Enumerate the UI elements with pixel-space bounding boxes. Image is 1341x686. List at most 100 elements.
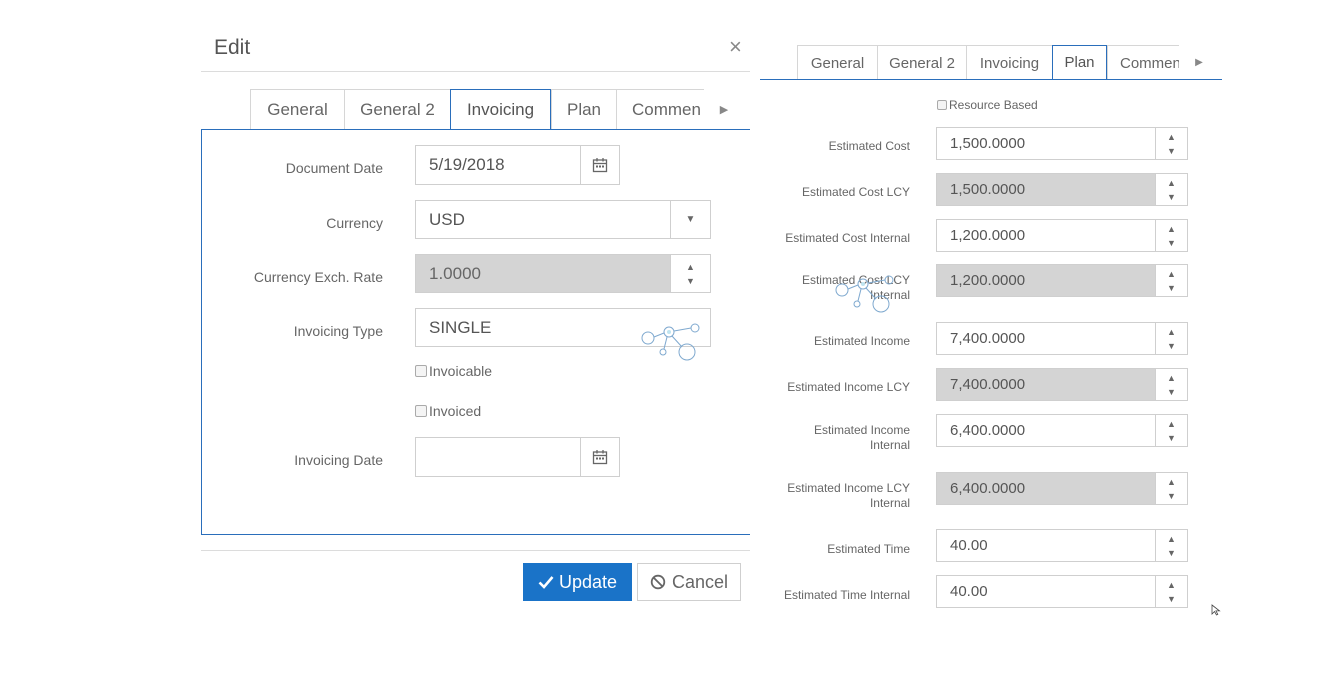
spin-down-icon[interactable]: ▼ xyxy=(686,274,695,288)
calendar-icon[interactable] xyxy=(580,438,619,476)
spin-up-icon[interactable]: ▲ xyxy=(1167,267,1176,281)
spin-down-icon[interactable]: ▼ xyxy=(1167,281,1176,295)
spin-down-icon[interactable]: ▼ xyxy=(1167,190,1176,204)
invoiced-label: Invoiced xyxy=(429,403,482,419)
dialog-tabs: General General 2 Invoicing Plan Commen … xyxy=(250,89,744,130)
tab-general-2[interactable]: General 2 xyxy=(344,89,450,130)
tab-scroll-right-icon[interactable]: ▶ xyxy=(704,89,744,130)
tab-comments[interactable]: Commen xyxy=(616,89,704,130)
estimated-income-internal-label-line-2: Internal xyxy=(869,438,910,452)
estimated-income-field[interactable]: 7,400.0000 ▲ ▼ xyxy=(936,322,1188,355)
estimated-time-spinner[interactable]: ▲ ▼ xyxy=(1155,530,1187,561)
estimated-cost-internal-spinner[interactable]: ▲ ▼ xyxy=(1155,220,1187,251)
invoicable-checkbox[interactable] xyxy=(415,365,427,377)
document-date-field[interactable]: 5/19/2018 xyxy=(415,145,620,185)
spin-up-icon[interactable]: ▲ xyxy=(686,260,695,274)
spin-down-icon[interactable]: ▼ xyxy=(1167,489,1176,503)
estimated-income-value: 7,400.0000 xyxy=(950,330,1026,347)
check-icon xyxy=(538,576,554,589)
tab-plan[interactable]: Plan xyxy=(1052,45,1107,80)
estimated-cost-field[interactable]: 1,500.0000 ▲ ▼ xyxy=(936,127,1188,160)
estimated-income-lcy-label: Estimated Income LCY xyxy=(787,380,910,394)
plan-tabs-underline xyxy=(760,79,1222,80)
estimated-cost-lcy-field: 1,500.0000 ▲ ▼ xyxy=(936,173,1188,206)
invoiced-checkbox[interactable] xyxy=(415,405,427,417)
currency-rate-field: 1.0000 ▲ ▼ xyxy=(415,254,711,293)
spin-down-icon[interactable]: ▼ xyxy=(1167,385,1176,399)
estimated-cost-internal-value: 1,200.0000 xyxy=(950,227,1026,244)
spin-up-icon[interactable]: ▲ xyxy=(1167,532,1176,546)
invoicing-type-select[interactable]: SINGLE xyxy=(415,308,711,347)
spin-down-icon[interactable]: ▼ xyxy=(1167,144,1176,158)
estimated-income-lcy-internal-field: 6,400.0000 ▲ ▼ xyxy=(936,472,1188,505)
invoicable-checkbox-row[interactable]: Invoicable xyxy=(415,363,492,379)
tab-general[interactable]: General xyxy=(797,45,877,80)
estimated-income-lcy-spinner[interactable]: ▲ ▼ xyxy=(1155,369,1187,400)
document-date-label: Document Date xyxy=(285,160,383,176)
spin-down-icon[interactable]: ▼ xyxy=(1167,546,1176,560)
estimated-income-lcy-value: 7,400.0000 xyxy=(950,376,1026,393)
currency-value: USD xyxy=(429,209,465,229)
cancel-label: Cancel xyxy=(671,571,729,592)
estimated-income-lcy-internal-value: 6,400.0000 xyxy=(950,480,1026,497)
estimated-time-field[interactable]: 40.00 ▲ ▼ xyxy=(936,529,1188,562)
spin-down-icon[interactable]: ▼ xyxy=(1167,339,1176,353)
spin-down-icon[interactable]: ▼ xyxy=(1167,592,1176,606)
estimated-income-lcy-field: 7,400.0000 ▲ ▼ xyxy=(936,368,1188,401)
estimated-time-internal-field[interactable]: 40.00 ▲ ▼ xyxy=(936,575,1188,608)
estimated-cost-lcy-internal-label-line-2: Internal xyxy=(869,288,910,302)
estimated-income-internal-field[interactable]: 6,400.0000 ▲ ▼ xyxy=(936,414,1188,447)
estimated-income-internal-label: Estimated Income Internal xyxy=(770,423,910,453)
estimated-time-internal-value: 40.00 xyxy=(950,583,988,600)
calendar-icon[interactable] xyxy=(580,146,619,184)
tab-general-2[interactable]: General 2 xyxy=(877,45,966,80)
ban-icon xyxy=(650,574,666,590)
spin-up-icon[interactable]: ▲ xyxy=(1167,176,1176,190)
spin-down-icon[interactable]: ▼ xyxy=(1167,431,1176,445)
tab-plan[interactable]: Plan xyxy=(551,89,616,130)
estimated-cost-lcy-internal-spinner[interactable]: ▲ ▼ xyxy=(1155,265,1187,296)
mouse-cursor-icon xyxy=(1211,604,1221,616)
invoicing-type-label: Invoicing Type xyxy=(293,323,383,339)
tab-invoicing[interactable]: Invoicing xyxy=(966,45,1052,80)
estimated-cost-internal-field[interactable]: 1,200.0000 ▲ ▼ xyxy=(936,219,1188,252)
estimated-cost-lcy-spinner[interactable]: ▲ ▼ xyxy=(1155,174,1187,205)
spin-down-icon[interactable]: ▼ xyxy=(1167,236,1176,250)
estimated-income-internal-spinner[interactable]: ▲ ▼ xyxy=(1155,415,1187,446)
document-date-value: 5/19/2018 xyxy=(429,155,505,174)
estimated-cost-spinner[interactable]: ▲ ▼ xyxy=(1155,128,1187,159)
estimated-income-lcy-internal-spinner[interactable]: ▲ ▼ xyxy=(1155,473,1187,504)
update-button[interactable]: Update xyxy=(523,563,632,601)
currency-select[interactable]: USD ▼ xyxy=(415,200,711,239)
spin-up-icon[interactable]: ▲ xyxy=(1167,222,1176,236)
tab-invoicing[interactable]: Invoicing xyxy=(450,89,551,130)
cancel-button[interactable]: Cancel xyxy=(637,563,741,601)
currency-rate-value: 1.0000 xyxy=(429,263,481,283)
invoicing-date-field[interactable] xyxy=(415,437,620,477)
estimated-income-spinner[interactable]: ▲ ▼ xyxy=(1155,323,1187,354)
spin-up-icon[interactable]: ▲ xyxy=(1167,325,1176,339)
resource-based-row[interactable]: Resource Based xyxy=(937,98,1038,112)
resource-based-label: Resource Based xyxy=(949,98,1038,112)
estimated-time-internal-spinner[interactable]: ▲ ▼ xyxy=(1155,576,1187,607)
resource-based-checkbox[interactable] xyxy=(937,100,947,110)
spin-up-icon[interactable]: ▲ xyxy=(1167,475,1176,489)
currency-rate-spinner[interactable]: ▲ ▼ xyxy=(670,255,710,292)
spin-up-icon[interactable]: ▲ xyxy=(1167,371,1176,385)
estimated-cost-lcy-value: 1,500.0000 xyxy=(950,181,1026,198)
close-icon[interactable]: × xyxy=(729,36,742,58)
tab-general[interactable]: General xyxy=(250,89,344,130)
chevron-down-icon[interactable]: ▼ xyxy=(670,201,710,238)
estimated-income-lcy-internal-label-line-2: Internal xyxy=(869,496,910,510)
estimated-income-lcy-internal-label-line-1: Estimated Income LCY xyxy=(787,481,910,495)
invoiced-checkbox-row[interactable]: Invoiced xyxy=(415,403,481,419)
spin-up-icon[interactable]: ▲ xyxy=(1167,130,1176,144)
dialog-title: Edit xyxy=(214,36,251,59)
estimated-cost-lcy-internal-label-line-1: Estimated Cost LCY xyxy=(801,273,910,287)
tab-scroll-right-icon[interactable]: ▶ xyxy=(1179,45,1219,80)
tab-comments[interactable]: Commen xyxy=(1107,45,1179,80)
spin-up-icon[interactable]: ▲ xyxy=(1167,578,1176,592)
spin-up-icon[interactable]: ▲ xyxy=(1167,417,1176,431)
currency-rate-label: Currency Exch. Rate xyxy=(253,269,383,285)
estimated-time-value: 40.00 xyxy=(950,537,988,554)
